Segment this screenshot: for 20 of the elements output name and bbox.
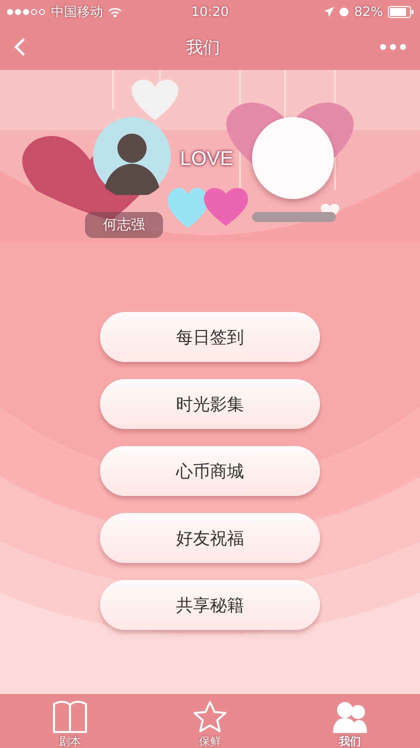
menu-button[interactable]: 每日签到 [100,312,320,362]
more-icon [380,44,406,50]
book-icon [52,700,88,734]
star-icon [193,700,227,734]
menu-button[interactable]: 好友祝福 [100,513,320,563]
page-title: 我们 [186,36,220,58]
carrier-name: 中国移动 [51,4,103,21]
battery-icon [388,6,414,18]
back-icon [14,37,26,57]
status-time: 10:20 [191,4,229,20]
menu-button[interactable]: 时光影集 [100,379,320,429]
wifi-icon [108,6,122,18]
location-icon [324,7,334,17]
menu-button[interactable]: 共享秘籍 [100,580,320,630]
people-icon [333,702,367,734]
love-text: LOVE [180,148,234,171]
menu-button[interactable]: 心币商城 [100,446,320,496]
battery-percent: 82% [354,4,383,20]
signal-icon [6,8,46,16]
user-name: 何志强 [85,212,163,238]
